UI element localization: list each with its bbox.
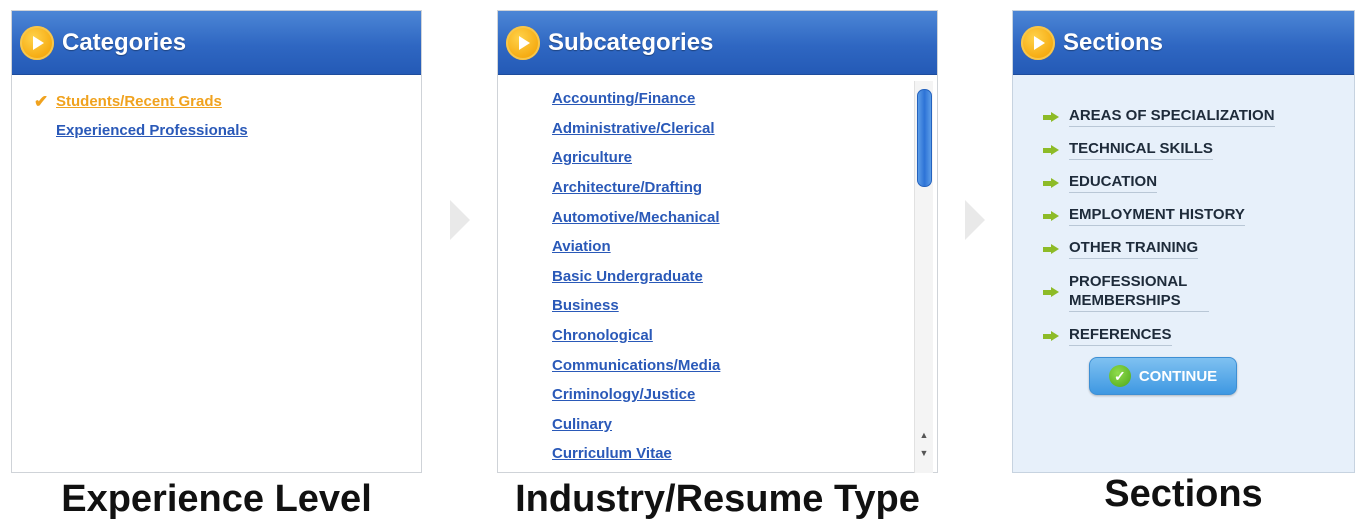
list-item: Chronological <box>552 321 937 351</box>
subcategory-link[interactable]: Automotive/Mechanical <box>552 209 720 226</box>
section-item[interactable]: AREAS OF SPECIALIZATION <box>1043 100 1354 133</box>
category-link-students[interactable]: Students/Recent Grads <box>56 93 222 110</box>
categories-header: Categories <box>12 11 421 75</box>
list-item: Automotive/Mechanical <box>552 202 937 232</box>
chevron-right-icon <box>965 200 985 240</box>
subcategory-link[interactable]: Aviation <box>552 238 611 255</box>
arrow-right-icon <box>1043 111 1069 123</box>
subcategories-scrollbar[interactable]: ▲ ▼ <box>914 81 933 473</box>
section-item[interactable]: EMPLOYMENT HISTORY <box>1043 199 1354 232</box>
categories-list: ✔ Students/Recent Grads Experienced Prof… <box>12 75 421 145</box>
subcategory-link[interactable]: Administrative/Clerical <box>552 120 715 137</box>
list-item: Basic Undergraduate <box>552 262 937 292</box>
subcategory-link[interactable]: Culinary <box>552 416 612 433</box>
arrow-right-icon <box>1043 177 1069 189</box>
checkmark-icon: ✔ <box>34 91 49 111</box>
section-label: PROFESSIONAL MEMBERSHIPS <box>1069 272 1209 312</box>
arrow-right-icon <box>1043 330 1069 342</box>
arrow-right-icon <box>1043 243 1069 255</box>
subcategory-link[interactable]: Business <box>552 297 619 314</box>
arrow-right-icon <box>1043 210 1069 222</box>
list-item: Criminology/Justice <box>552 380 937 410</box>
caption-sections: Sections <box>1104 473 1263 515</box>
subcategory-link[interactable]: Curriculum Vitae <box>552 445 672 462</box>
subcategories-panel: Subcategories Accounting/Finance Adminis… <box>497 10 938 473</box>
section-label: EMPLOYMENT HISTORY <box>1069 205 1245 226</box>
section-label: AREAS OF SPECIALIZATION <box>1069 106 1275 127</box>
section-item[interactable]: REFERENCES <box>1043 319 1354 352</box>
section-item[interactable]: TECHNICAL SKILLS <box>1043 133 1354 166</box>
subcategory-link[interactable]: Architecture/Drafting <box>552 179 702 196</box>
subcategories-body: Accounting/Finance Administrative/Cleric… <box>498 75 937 473</box>
section-label: OTHER TRAINING <box>1069 238 1199 259</box>
scroll-up-icon[interactable]: ▲ <box>918 428 930 442</box>
section-label: REFERENCES <box>1069 325 1172 346</box>
subcategory-link[interactable]: Agriculture <box>552 149 632 166</box>
subcategory-link[interactable]: Accounting/Finance <box>552 90 695 107</box>
subcategory-link[interactable]: Communications/Media <box>552 357 720 374</box>
category-item-students[interactable]: ✔ Students/Recent Grads <box>34 87 421 116</box>
section-item[interactable]: EDUCATION <box>1043 166 1354 199</box>
continue-label: CONTINUE <box>1138 367 1218 385</box>
sections-panel: Sections AREAS OF SPECIALIZATION TECHNIC… <box>1012 10 1355 473</box>
sections-header: Sections <box>1013 11 1354 75</box>
category-link-experienced[interactable]: Experienced Professionals <box>56 122 248 139</box>
section-label: EDUCATION <box>1069 172 1158 193</box>
check-circle-icon: ✓ <box>1108 365 1131 387</box>
list-item: Business <box>552 291 937 321</box>
subcategories-list: Accounting/Finance Administrative/Cleric… <box>498 75 937 469</box>
list-item: Aviation <box>552 232 937 262</box>
arrow-right-icon <box>1043 144 1069 156</box>
categories-panel: Categories ✔ Students/Recent Grads Exper… <box>11 10 422 473</box>
categories-title: Categories <box>62 28 187 56</box>
section-label: TECHNICAL SKILLS <box>1069 139 1213 160</box>
arrow-right-icon <box>1043 286 1069 298</box>
list-item: Agriculture <box>552 143 937 173</box>
subcategory-link[interactable]: Chronological <box>552 327 653 344</box>
sections-list: AREAS OF SPECIALIZATION TECHNICAL SKILLS… <box>1013 75 1354 352</box>
subcategory-link[interactable]: Criminology/Justice <box>552 386 695 403</box>
continue-button[interactable]: ✓ CONTINUE <box>1089 357 1237 395</box>
scrollbar-thumb[interactable] <box>917 89 932 187</box>
list-item: Architecture/Drafting <box>552 173 937 203</box>
section-item[interactable]: PROFESSIONAL MEMBERSHIPS <box>1043 265 1354 319</box>
list-item: Curriculum Vitae <box>552 439 937 469</box>
list-item: Accounting/Finance <box>552 84 937 114</box>
section-item[interactable]: OTHER TRAINING <box>1043 232 1354 265</box>
scroll-down-icon[interactable]: ▼ <box>918 446 930 460</box>
category-item-experienced[interactable]: Experienced Professionals <box>34 116 421 145</box>
list-item: Administrative/Clerical <box>552 114 937 144</box>
subcategories-header: Subcategories <box>498 11 937 75</box>
play-icon <box>506 25 540 60</box>
play-icon <box>1021 25 1055 60</box>
subcategory-link[interactable]: Basic Undergraduate <box>552 268 703 285</box>
sections-title: Sections <box>1063 28 1164 56</box>
caption-industry-resume-type: Industry/Resume Type <box>515 478 920 520</box>
chevron-right-icon <box>450 200 470 240</box>
list-item: Communications/Media <box>552 350 937 380</box>
caption-experience-level: Experience Level <box>61 478 372 520</box>
subcategories-title: Subcategories <box>548 28 714 56</box>
list-item: Culinary <box>552 410 937 440</box>
play-icon <box>20 25 54 60</box>
